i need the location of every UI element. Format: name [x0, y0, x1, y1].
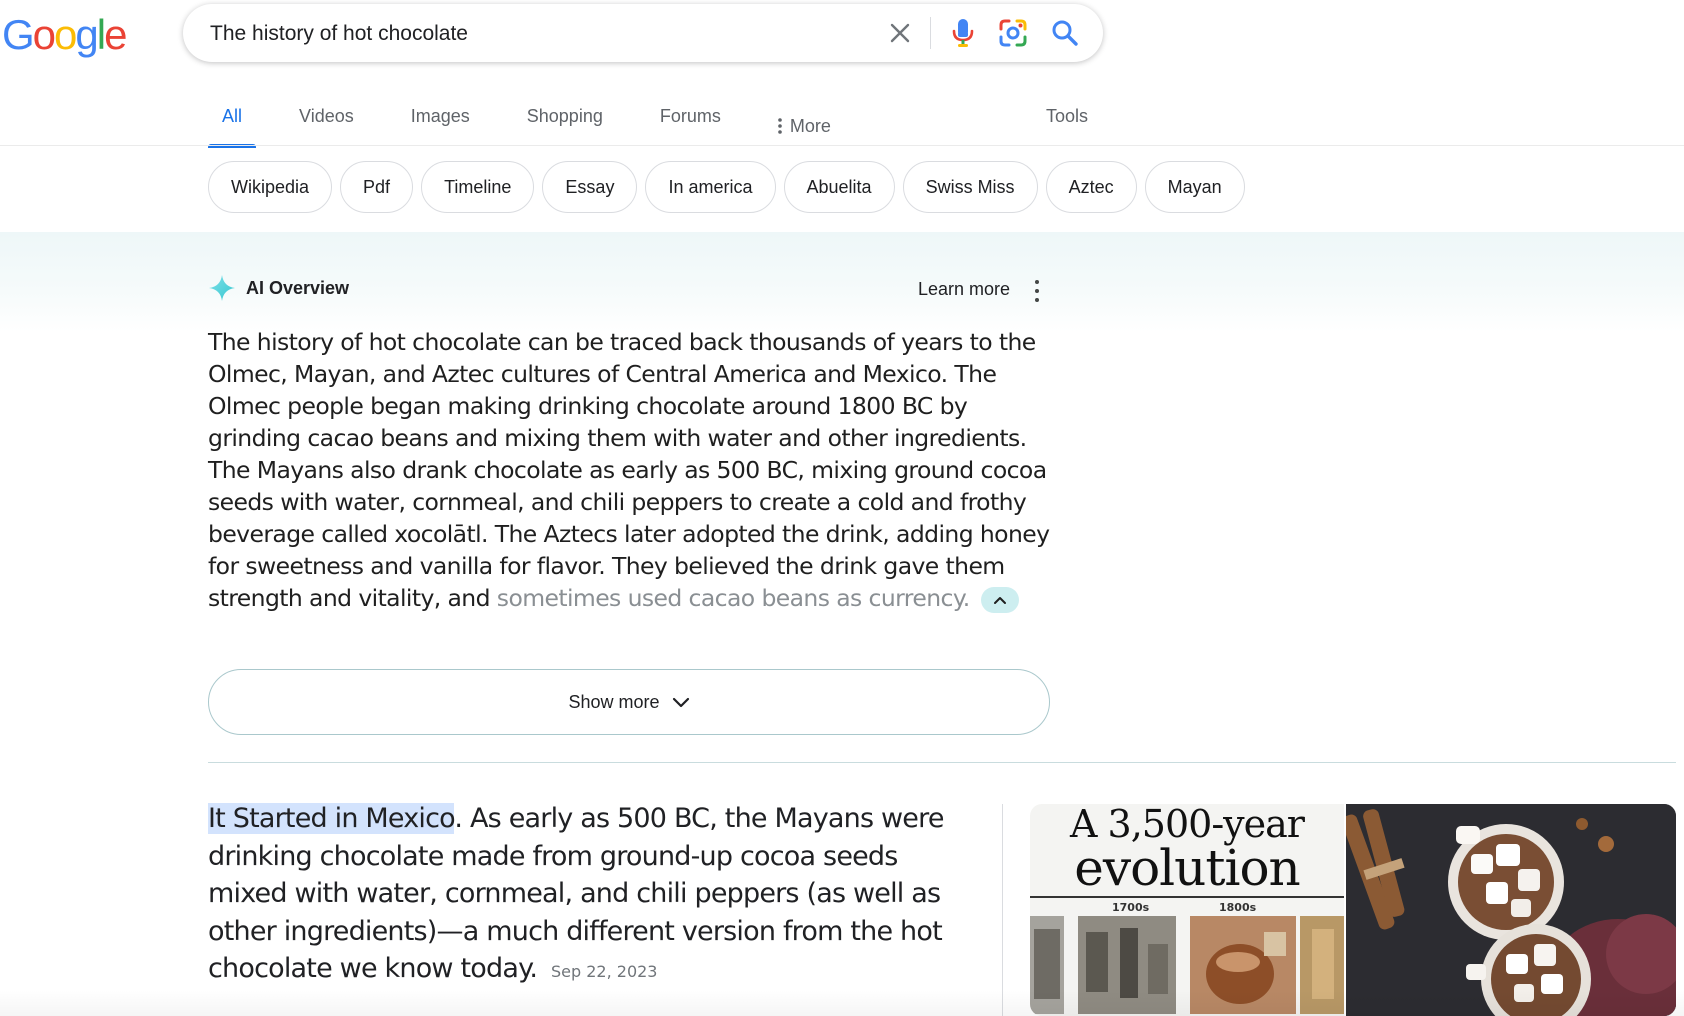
featured-snippet-text: It Started in Mexico. As early as 500 BC… — [208, 800, 978, 991]
logo-letter: e — [104, 11, 127, 58]
ai-overview-title: AI Overview — [246, 277, 350, 298]
search-tools — [880, 4, 1085, 62]
tab-videos[interactable]: Videos — [285, 96, 368, 146]
tab-more-label: More — [789, 115, 831, 136]
refinement-chips: Wikipedia Pdf Timeline Essay In america … — [208, 161, 1245, 213]
logo-letter: G — [2, 11, 35, 58]
ai-overview-text: The history of hot chocolate can be trac… — [208, 326, 1058, 614]
snippet-highlight: It Started in Mexico — [208, 803, 455, 834]
google-logo[interactable]: Google — [2, 10, 127, 60]
search-divider — [930, 17, 931, 49]
tab-all[interactable]: All — [208, 96, 257, 148]
search-input[interactable] — [208, 4, 852, 64]
vertical-dots-icon — [778, 118, 782, 134]
logo-letter: o — [54, 11, 77, 58]
google-lens-icon[interactable] — [993, 13, 1033, 53]
search-box — [183, 4, 1103, 64]
ai-overview-header: AI Overview — [208, 274, 349, 302]
sparkle-icon — [209, 275, 235, 301]
show-more-label: Show more — [568, 691, 660, 712]
chip-pdf[interactable]: Pdf — [340, 161, 414, 213]
snippet-date: Sep 22, 2023 — [550, 962, 658, 981]
more-options-icon[interactable] — [1030, 280, 1044, 302]
logo-letter: o — [32, 11, 56, 58]
chip-mayan[interactable]: Mayan — [1144, 161, 1245, 213]
show-more-button[interactable]: Show more — [208, 669, 1050, 735]
logo-letter: l — [96, 11, 106, 58]
historical-illustration-strip — [1030, 916, 1344, 1014]
snippet-image-timeline[interactable]: A 3,500-year evolution 1700s 1800s — [1030, 804, 1344, 1016]
chip-aztec[interactable]: Aztec — [1045, 161, 1137, 213]
chevron-up-icon — [993, 596, 1006, 604]
chip-swiss-miss[interactable]: Swiss Miss — [902, 161, 1038, 213]
tabs-divider — [0, 145, 1684, 146]
chip-in-america[interactable]: In america — [645, 161, 776, 213]
learn-more-link[interactable]: Learn more — [918, 279, 1010, 300]
tab-shopping[interactable]: Shopping — [513, 96, 617, 146]
ai-overview-faded-text: sometimes used cacao beans as currency. — [496, 584, 970, 612]
hot-cocoa-photo — [1346, 804, 1676, 1016]
snippet-image-divider — [1002, 804, 1003, 1016]
chevron-down-icon — [672, 697, 689, 708]
chip-timeline[interactable]: Timeline — [421, 161, 535, 213]
collapse-button[interactable] — [980, 586, 1019, 613]
ai-overview-body: The history of hot chocolate can be trac… — [208, 328, 1050, 612]
tab-images[interactable]: Images — [397, 96, 484, 146]
chip-essay[interactable]: Essay — [542, 161, 638, 213]
microphone-icon[interactable] — [943, 13, 983, 53]
close-icon[interactable] — [880, 13, 920, 53]
tab-more[interactable]: More — [764, 96, 845, 146]
section-divider — [208, 762, 1676, 763]
chip-abuelita[interactable]: Abuelita — [783, 161, 895, 213]
snippet-image-hot-cocoa[interactable] — [1346, 804, 1676, 1016]
logo-letter: g — [75, 11, 98, 58]
search-tabs: All Videos Images Shopping Forums More — [208, 96, 874, 148]
chip-wikipedia[interactable]: Wikipedia — [208, 161, 333, 213]
search-icon[interactable] — [1045, 13, 1085, 53]
tab-forums[interactable]: Forums — [646, 96, 735, 146]
tools-button[interactable]: Tools — [1046, 106, 1088, 127]
